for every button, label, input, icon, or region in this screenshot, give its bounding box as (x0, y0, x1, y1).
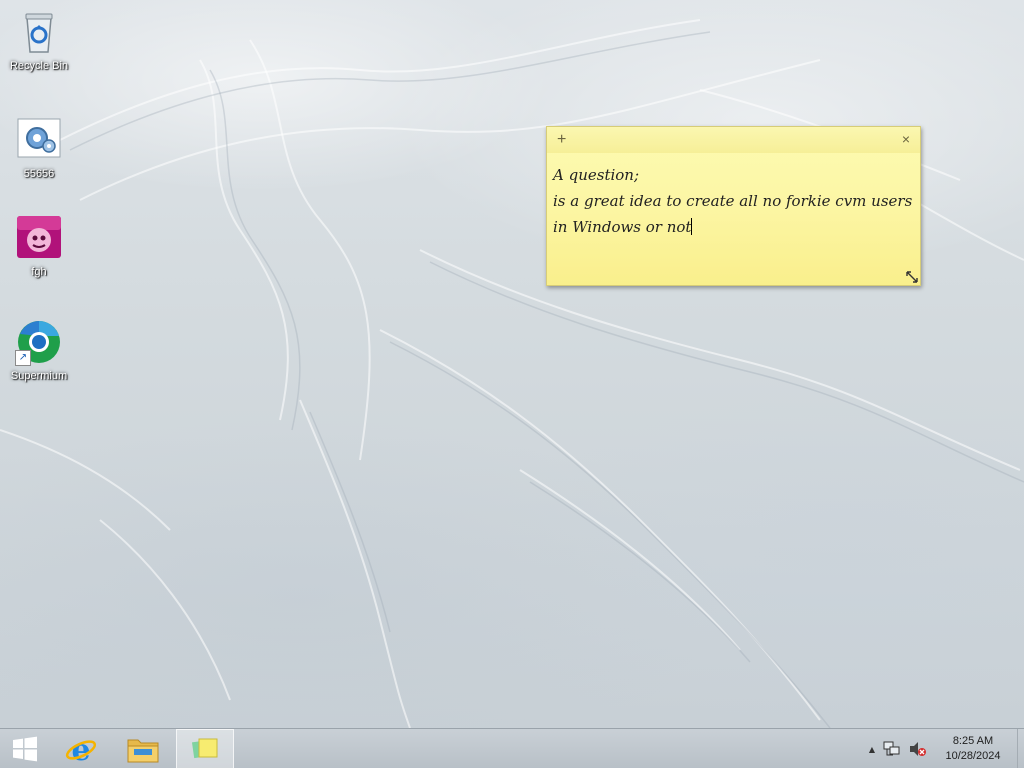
delete-note-button[interactable]: × (902, 131, 910, 147)
resize-handle-icon[interactable] (904, 269, 920, 285)
system-tray: ▲ 8:25 AM 10/28/2024 (865, 729, 1024, 768)
svg-text:e: e (71, 733, 90, 766)
media-app-icon (15, 214, 63, 262)
sticky-note-text-area[interactable]: A question; is a great idea to create all… (553, 162, 916, 240)
note-line: is a great idea to create all no forkie … (553, 192, 913, 210)
desktop-icon-recycle-bin[interactable]: Recycle Bin (1, 8, 77, 72)
desktop-icon-label: Recycle Bin (9, 60, 69, 72)
taskbar: e ▲ 8:25 AM 10/28/2024 (0, 728, 1024, 768)
supermium-browser-icon: ↗ (15, 318, 63, 366)
network-icon[interactable] (883, 741, 901, 757)
clock-time: 8:25 AM (952, 735, 994, 747)
desktop[interactable]: Recycle Bin 55656 fgh ↗ Supermium + × A … (0, 0, 1024, 728)
show-desktop-button[interactable] (1017, 729, 1024, 768)
windows-logo-icon (13, 736, 37, 762)
text-caret (691, 218, 693, 235)
clock-date: 10/28/2024 (945, 750, 1001, 762)
folder-icon (127, 739, 159, 763)
sticky-note-title-bar[interactable]: + × (547, 127, 920, 153)
internet-explorer-icon: e (65, 733, 97, 766)
note-line: in Windows or not (553, 218, 692, 236)
gear-settings-icon (15, 116, 63, 164)
volume-muted-icon[interactable] (909, 741, 927, 757)
show-hidden-icons-button[interactable]: ▲ (869, 745, 875, 754)
desktop-icon-55656[interactable]: 55656 (1, 116, 77, 180)
desktop-icon-label: fgh (31, 266, 47, 278)
sticky-note[interactable]: + × A question; is a great idea to create… (546, 126, 921, 286)
desktop-icon-supermium[interactable]: ↗ Supermium (1, 318, 77, 382)
shortcut-arrow-icon: ↗ (15, 350, 31, 366)
desktop-icon-fgh[interactable]: fgh (1, 214, 77, 278)
recycle-bin-icon (15, 8, 63, 56)
sticky-notes-icon (191, 738, 218, 759)
taskbar-internet-explorer-button[interactable]: e (52, 729, 110, 768)
desktop-icon-label: Supermium (10, 370, 68, 382)
taskbar-clock[interactable]: 8:25 AM 10/28/2024 (931, 734, 1015, 764)
taskbar-file-explorer-button[interactable] (114, 729, 172, 768)
start-button[interactable] (0, 729, 50, 768)
note-line-with-caret: in Windows or not (553, 214, 916, 240)
taskbar-sticky-notes-button[interactable] (176, 729, 234, 768)
note-line: A question; (553, 166, 640, 184)
wallpaper-dunes (0, 19, 1024, 728)
add-note-button[interactable]: + (557, 131, 566, 149)
desktop-icon-label: 55656 (23, 168, 55, 180)
